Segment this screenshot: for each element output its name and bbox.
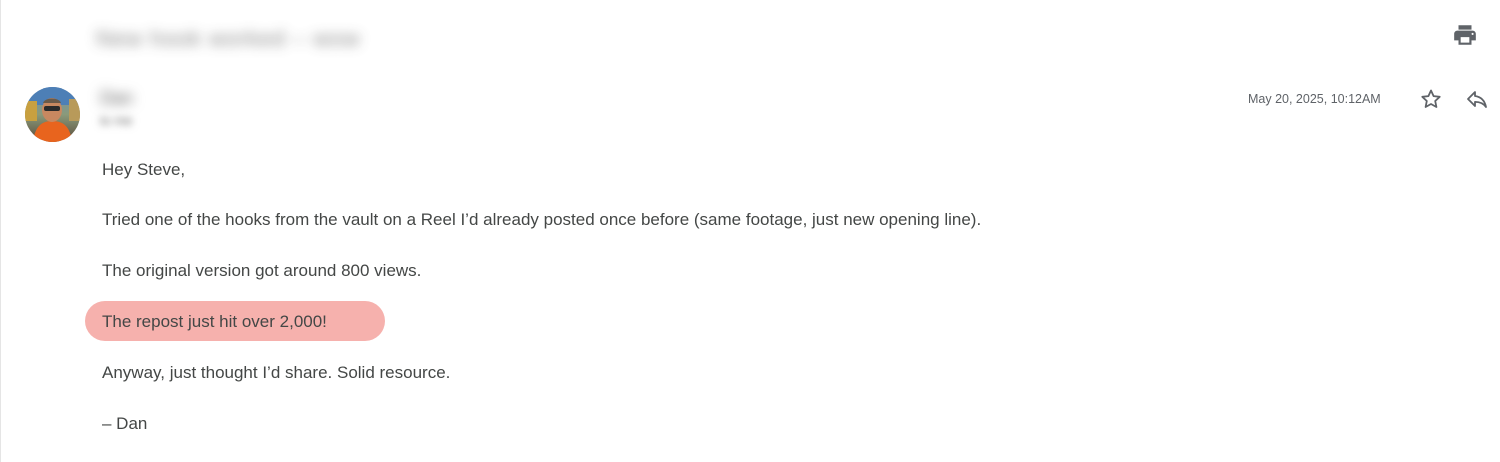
left-divider (0, 0, 1, 462)
sender-name: Dan (100, 88, 134, 108)
highlighted-paragraph: The repost just hit over 2,000! (102, 312, 327, 331)
body-paragraph-2: The original version got around 800 view… (102, 261, 422, 280)
star-icon (1421, 89, 1441, 108)
email-view: New hook worked – wow Dan to me May 20, … (0, 0, 1500, 462)
print-icon (1454, 25, 1476, 45)
signoff-text: – Dan (102, 414, 148, 433)
body-paragraph-4: Anyway, just thought I’d share. Solid re… (102, 363, 451, 382)
sender-info: Dan to me (100, 86, 340, 134)
reply-icon (1467, 91, 1487, 108)
subject-text: New hook worked – wow (96, 26, 361, 51)
reply-button[interactable] (1464, 87, 1490, 111)
email-subject: New hook worked – wow (96, 22, 442, 56)
greeting-text: Hey Steve, (102, 160, 186, 179)
sender-avatar (25, 87, 80, 142)
recipient-label: to me (100, 113, 133, 128)
star-button[interactable] (1419, 87, 1443, 111)
print-button[interactable] (1452, 22, 1478, 48)
email-timestamp: May 20, 2025, 10:12AM (1248, 92, 1381, 106)
body-paragraph-1: Tried one of the hooks from the vault on… (102, 210, 982, 229)
